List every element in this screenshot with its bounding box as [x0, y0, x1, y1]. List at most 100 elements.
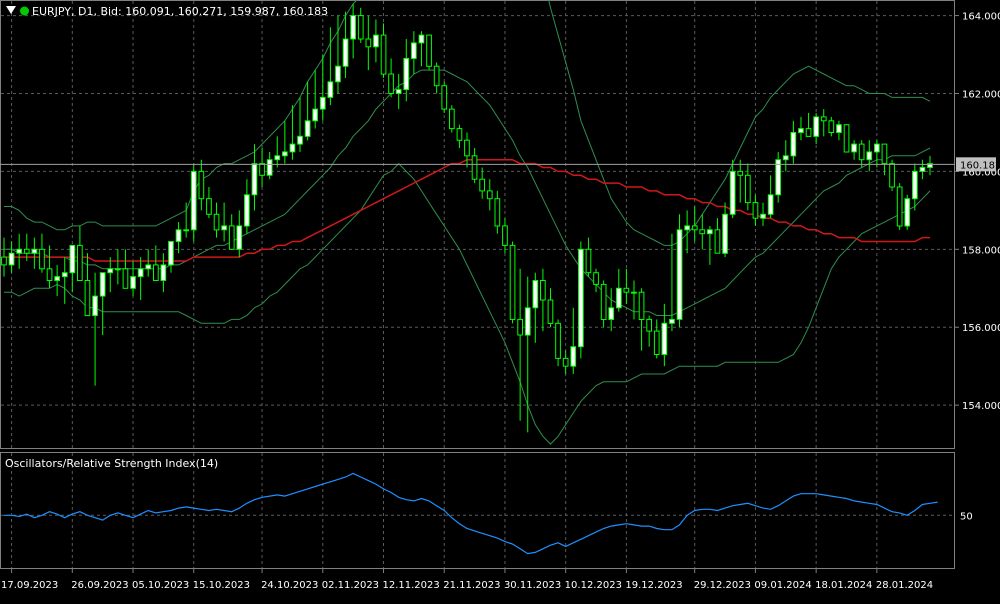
candle	[426, 34, 432, 71]
candle	[190, 163, 197, 242]
price-tick-label: 156.000	[962, 323, 1000, 334]
candle-body	[46, 268, 53, 281]
candle-body	[183, 229, 190, 232]
candle-body	[433, 65, 440, 87]
time-tick-label: 18.01.2024	[815, 580, 872, 591]
candle-body	[464, 139, 470, 157]
candle	[896, 183, 903, 230]
candle-body	[213, 213, 220, 231]
candle-body	[54, 276, 60, 282]
chart-canvas: 164.000162.000160.000158.000156.000154.0…	[0, 0, 1000, 600]
candle-body	[373, 34, 379, 48]
candle-body	[570, 346, 577, 367]
trading-chart: 164.000 162.000 160.000 158.000 156.000 154.0…	[0, 0, 1000, 600]
candle-body	[327, 81, 334, 98]
candle-body	[449, 108, 455, 130]
current-price-label: 160.182	[960, 160, 1000, 171]
time-tick-label: 30.11.2023	[504, 580, 561, 591]
candle-body	[190, 170, 197, 231]
candle-body	[691, 225, 698, 231]
candle-body	[547, 299, 554, 324]
candle-body	[418, 34, 425, 44]
candle-body	[828, 120, 835, 134]
candle-body	[775, 159, 781, 196]
price-tick-label: 154.000	[962, 401, 1000, 412]
candle-body	[441, 85, 448, 110]
candle-body	[722, 213, 728, 254]
candle-body	[16, 248, 22, 254]
time-tick-label: 10.12.2023	[565, 580, 622, 591]
candle-body	[289, 143, 296, 153]
candle-body	[729, 170, 736, 215]
candle-body	[912, 170, 918, 200]
candle-body	[23, 248, 30, 254]
candle-body	[676, 229, 683, 320]
time-tick-label: 05.10.2023	[132, 580, 189, 591]
candle-body	[403, 57, 410, 91]
candle	[775, 151, 781, 203]
candle-body	[851, 143, 857, 153]
candle-body	[616, 287, 622, 309]
rsi-level-label: 50	[960, 511, 973, 522]
candle-body	[115, 268, 121, 271]
candle-body	[562, 357, 569, 367]
candle-body	[813, 116, 819, 137]
candle-body	[365, 38, 372, 48]
candle-body	[175, 229, 182, 243]
price-tick-label: 162.000	[962, 89, 1000, 100]
candle-body	[699, 229, 706, 235]
candle-body	[745, 174, 751, 204]
candle-body	[820, 116, 827, 122]
candle	[843, 124, 850, 153]
candle-body	[479, 178, 485, 192]
candle-body	[600, 283, 607, 320]
time-tick-label: 29.12.2023	[694, 580, 751, 591]
candle-body	[486, 190, 493, 200]
candle-body	[69, 244, 76, 274]
candle-body	[858, 143, 865, 161]
time-tick-label: 15.10.2023	[193, 580, 250, 591]
candle-body	[578, 248, 584, 348]
candle-body	[228, 225, 235, 250]
candle-body	[380, 34, 387, 75]
candle-body	[297, 135, 303, 145]
candle-body	[137, 268, 144, 278]
candle-body	[790, 132, 797, 157]
candle-body	[77, 244, 83, 281]
candle-body	[319, 96, 326, 110]
candle-body	[661, 322, 668, 355]
candle-body	[684, 225, 690, 231]
candle-body	[646, 318, 652, 332]
candle-body	[357, 15, 364, 40]
time-tick-label: 24.10.2023	[261, 580, 318, 591]
candle-body	[282, 151, 288, 157]
candle-body	[707, 229, 713, 235]
candle-body	[653, 330, 660, 356]
candle-body	[411, 42, 417, 60]
candle	[509, 241, 516, 324]
candle-body	[122, 268, 129, 289]
candle-body	[896, 186, 903, 227]
time-tick-label: 28.01.2024	[876, 580, 933, 591]
candle-body	[236, 225, 243, 250]
candle-body	[585, 248, 592, 274]
candle-body	[342, 38, 349, 67]
candle-body	[61, 272, 68, 278]
candle-body	[168, 241, 174, 266]
candle-body	[608, 307, 615, 320]
candle-body	[843, 124, 850, 153]
candle-body	[395, 89, 402, 94]
candle-body	[304, 120, 311, 137]
candle-body	[782, 155, 789, 161]
candle-body	[471, 155, 478, 180]
candle-body	[198, 170, 205, 200]
time-tick-label: 26.09.2023	[71, 580, 128, 591]
candle-body	[919, 167, 926, 172]
candle-body	[244, 194, 250, 227]
candle-body	[836, 124, 842, 133]
candle-body	[31, 248, 38, 254]
candle-body	[8, 252, 15, 266]
candle-body	[737, 170, 744, 176]
candle-body	[524, 307, 531, 336]
candle-body	[798, 128, 804, 134]
